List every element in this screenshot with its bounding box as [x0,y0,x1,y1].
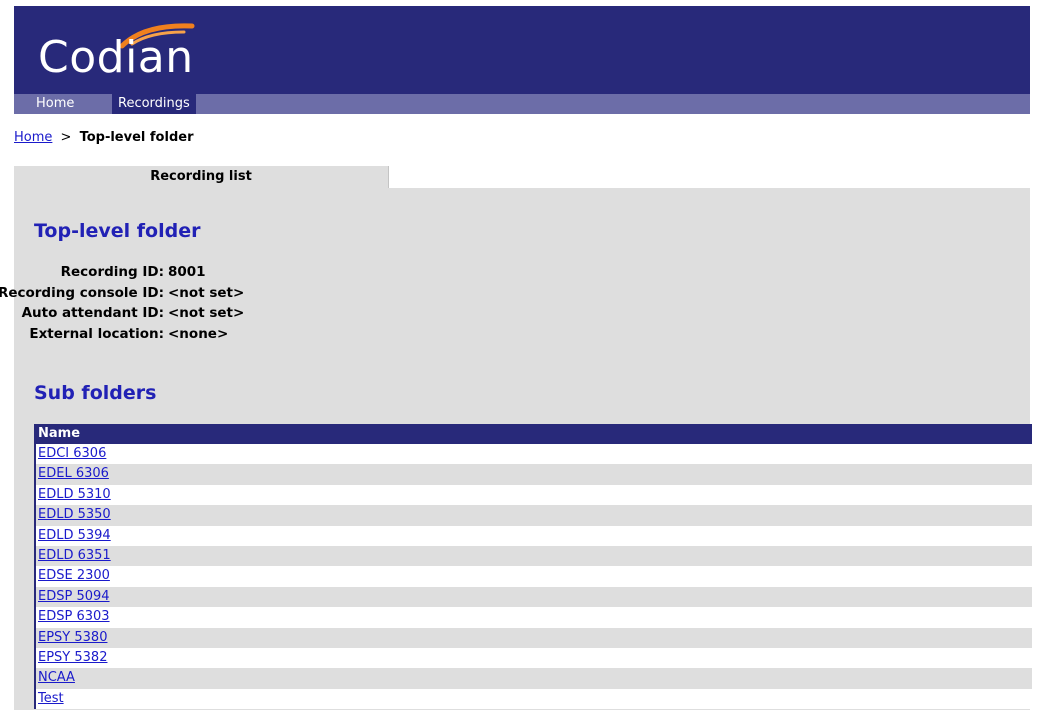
info-row: Recording ID: 8001 [14,262,414,283]
subfolder-link[interactable]: EDSP 6303 [38,609,110,624]
table-row: EDSE 2300 [36,566,1032,587]
table-row: EPSY 5382 [36,647,1032,669]
info-label: Recording ID: [60,264,164,280]
subfolder-link[interactable]: EDLD 5310 [38,487,111,502]
table-row: EDLD 5394 [36,525,1032,546]
info-value: <none> [168,325,229,342]
nav-recordings[interactable]: Recordings [112,94,196,114]
breadcrumb-separator: > [60,130,72,145]
subfolder-link[interactable]: EDLD 5394 [38,528,111,543]
subfolder-link[interactable]: EDSE 2300 [38,568,110,583]
table-row: EDLD 5310 [36,484,1032,506]
app-header: Codian [14,6,1030,94]
subfolder-link[interactable]: EDEL 6306 [38,466,109,481]
table-row: EDSP 5094 [36,586,1032,608]
table-row: EDLD 6351 [36,545,1032,567]
codian-logo: Codian [38,22,278,92]
table-row: EDCI 6306 [36,444,1032,465]
subfolder-link[interactable]: EDCI 6306 [38,446,106,461]
info-row: Auto attendant ID: <not set> [14,303,414,324]
table-row: Test [36,688,1032,710]
subfolder-link[interactable]: EPSY 5382 [38,650,107,665]
table-row: EPSY 5380 [36,627,1032,648]
info-row: Recording console ID: <not set> [0,283,414,304]
column-header-name[interactable]: Name [36,424,1032,444]
info-value: <not set> [168,305,245,321]
subfolder-link[interactable]: EPSY 5380 [38,630,107,645]
info-label: External location: [29,325,164,342]
content-panel: Top-level folder Recording ID: 8001 Reco… [0,188,1032,710]
folder-info: Recording ID: 8001 Recording console ID:… [0,262,414,345]
info-row: External location: <none> [14,324,414,345]
table-row: NCAA [36,668,1032,689]
tab-recording-list[interactable]: Recording list [14,166,389,188]
breadcrumb-current: Top-level folder [79,130,194,145]
subfolder-link[interactable]: EDLD 5350 [38,507,111,522]
info-value: 8001 [168,264,206,280]
logo-text: Codian [38,32,194,83]
table-row: EDSP 6303 [36,607,1032,628]
subfolder-link[interactable]: Test [38,691,64,706]
subfolder-link[interactable]: EDSP 5094 [38,589,110,604]
subfolders-title: Sub folders [34,382,157,404]
table-row: EDEL 6306 [36,464,1032,485]
info-label: Recording console ID: [0,284,164,301]
subfolder-link[interactable]: EDLD 6351 [38,548,111,563]
page-title: Top-level folder [34,220,201,242]
nav-bar: Home Recordings [14,94,1030,114]
subfolder-link[interactable]: NCAA [38,670,75,685]
breadcrumb-home-link[interactable]: Home [14,130,52,145]
nav-home[interactable]: Home [30,94,80,114]
breadcrumb: Home > Top-level folder [14,130,193,145]
info-label: Auto attendant ID: [21,305,164,321]
table-row: EDLD 5350 [36,505,1032,526]
subfolders-table: Name EDCI 6306 EDEL 6306 EDLD 5310 EDLD … [34,424,1032,710]
info-value: <not set> [168,284,245,301]
